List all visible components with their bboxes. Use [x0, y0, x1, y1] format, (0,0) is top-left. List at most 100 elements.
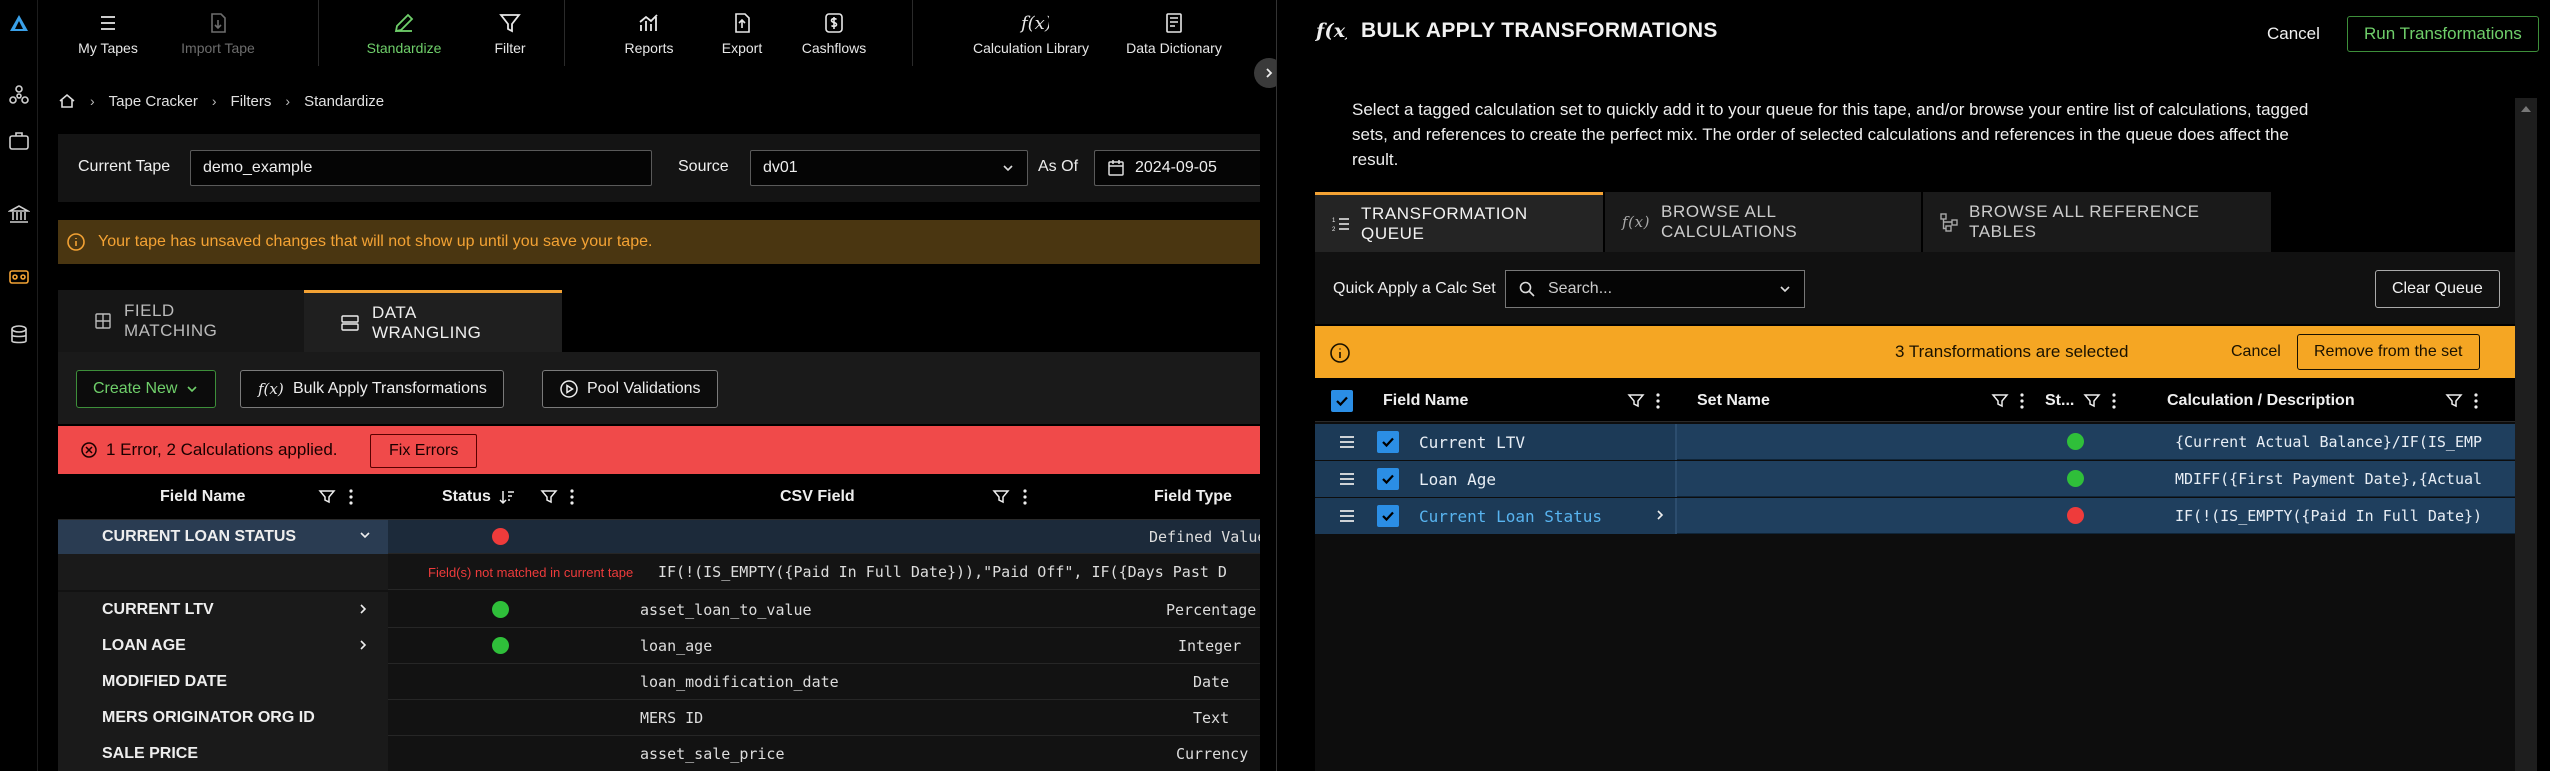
- pool-validations-button[interactable]: Pool Validations: [542, 370, 718, 408]
- my-tapes-button[interactable]: My Tapes: [68, 0, 148, 66]
- more-vertical-icon[interactable]: [563, 488, 581, 506]
- tape-icon[interactable]: [8, 266, 30, 288]
- table-row[interactable]: MERS ORIGINATOR ORG ID MERS ID Text: [58, 700, 1280, 736]
- col-csv-field[interactable]: CSV Field: [780, 474, 855, 520]
- filter-icon[interactable]: [540, 488, 558, 506]
- row-field-name: CURRENT LTV: [58, 592, 388, 628]
- more-vertical-icon[interactable]: [342, 488, 360, 506]
- row-field-name: LOAN AGE: [58, 628, 388, 664]
- bank-icon[interactable]: [8, 203, 30, 225]
- col-queue-status[interactable]: St...: [2045, 380, 2074, 422]
- as-of-label: As Of: [1038, 158, 1079, 175]
- breadcrumb-filters[interactable]: Filters: [231, 93, 272, 110]
- chevron-down-icon[interactable]: [358, 528, 372, 542]
- my-tapes-label: My Tapes: [78, 39, 138, 56]
- col-field-type[interactable]: Field Type: [1154, 474, 1232, 520]
- chevron-right-icon[interactable]: [356, 602, 370, 616]
- unmatched-field-note: Field(s) not matched in current tape: [428, 565, 634, 580]
- source-select[interactable]: dv01: [750, 150, 1028, 186]
- queue-row-name-link[interactable]: Current Loan Status: [1419, 498, 1602, 534]
- tab-browse-all-calculations[interactable]: f(x) BROWSE ALL CALCULATIONS: [1605, 192, 1921, 252]
- quick-apply-bar: Quick Apply a Calc Set Search... Clear Q…: [1315, 252, 2515, 324]
- row-field-type: Percentage: [1166, 601, 1257, 619]
- current-tape-input[interactable]: demo_example: [190, 150, 652, 186]
- filter-icon[interactable]: [2445, 392, 2463, 410]
- run-transformations-button[interactable]: Run Transformations: [2347, 16, 2539, 52]
- network-icon[interactable]: [8, 84, 30, 106]
- data-dictionary-button[interactable]: Data Dictionary: [1114, 0, 1234, 66]
- tab-browse-all-reference-tables[interactable]: BROWSE ALL REFERENCE TABLES: [1923, 192, 2271, 252]
- col-queue-set-name[interactable]: Set Name: [1697, 380, 1770, 422]
- calculation-library-button[interactable]: f(x) Calculation Library: [956, 0, 1106, 66]
- import-tape-button[interactable]: Import Tape: [168, 0, 268, 66]
- remove-from-set-button[interactable]: Remove from the set: [2297, 334, 2480, 370]
- col-queue-calculation[interactable]: Calculation / Description: [2167, 380, 2355, 422]
- database-icon[interactable]: [8, 324, 30, 346]
- filter-icon[interactable]: [1627, 392, 1645, 410]
- queue-row[interactable]: Current LTV {Current Actual Balance}/IF(…: [1315, 424, 2515, 460]
- drag-handle-icon[interactable]: [1337, 506, 1357, 526]
- field-table: Field Name Status CSV Field Field Type C…: [58, 474, 1280, 771]
- table-row[interactable]: SALE PRICE asset_sale_price Currency: [58, 736, 1280, 771]
- tab-transformation-queue[interactable]: 12 TRANSFORMATION QUEUE: [1315, 192, 1603, 252]
- drag-handle-icon[interactable]: [1337, 469, 1357, 489]
- table-row[interactable]: MODIFIED DATE loan_modification_date Dat…: [58, 664, 1280, 700]
- function-icon: f(x): [1621, 212, 1651, 232]
- export-label: Export: [721, 39, 763, 56]
- clear-queue-button[interactable]: Clear Queue: [2375, 270, 2500, 308]
- queue-row[interactable]: Current Loan Status IF(!(IS_EMPTY({Paid …: [1315, 498, 2515, 534]
- filter-icon[interactable]: [992, 488, 1010, 506]
- drag-handle-icon[interactable]: [1337, 432, 1357, 452]
- tab-data-wrangling[interactable]: DATA WRANGLING: [304, 290, 562, 352]
- more-vertical-icon[interactable]: [1649, 392, 1667, 410]
- col-queue-field-name[interactable]: Field Name: [1383, 380, 1468, 422]
- calc-set-search-select[interactable]: Search...: [1505, 270, 1805, 308]
- chevron-right-icon[interactable]: [1653, 508, 1667, 522]
- more-vertical-icon[interactable]: [2013, 392, 2031, 410]
- clear-queue-label: Clear Queue: [2392, 280, 2483, 297]
- select-all-checkbox[interactable]: [1331, 390, 1353, 412]
- row-checkbox[interactable]: [1377, 505, 1399, 527]
- svg-text:f(x): f(x): [1315, 20, 1347, 42]
- row-field-type: Currency: [1176, 745, 1249, 763]
- create-new-button[interactable]: Create New: [76, 370, 217, 408]
- queue-row[interactable]: Loan Age MDIFF({First Payment Date},{Act…: [1315, 461, 2515, 497]
- table-row[interactable]: CURRENT LTV asset_loan_to_value Percenta…: [58, 592, 1280, 628]
- panel-scrollbar[interactable]: [2515, 98, 2537, 771]
- selection-cancel-button[interactable]: Cancel: [2231, 326, 2281, 378]
- queue-row-calculation: {Current Actual Balance}/IF(IS_EMP: [2175, 433, 2483, 451]
- tab-data-wrangling-label: DATA WRANGLING: [372, 302, 482, 342]
- chevron-right-icon[interactable]: [356, 638, 370, 652]
- briefcase-icon[interactable]: [8, 130, 30, 152]
- reports-button[interactable]: Reports: [604, 0, 694, 66]
- col-field-name[interactable]: Field Name: [160, 474, 245, 520]
- panel-cancel-button[interactable]: Cancel: [2267, 18, 2320, 50]
- filter-label: Filter: [494, 39, 526, 56]
- row-checkbox[interactable]: [1377, 431, 1399, 453]
- sort-icon[interactable]: [498, 488, 516, 506]
- as-of-date-input[interactable]: 2024-09-05: [1094, 150, 1280, 186]
- more-vertical-icon[interactable]: [1016, 488, 1034, 506]
- home-icon[interactable]: [58, 92, 76, 110]
- filter-icon[interactable]: [318, 488, 336, 506]
- filter-icon[interactable]: [2083, 392, 2101, 410]
- list-icon: [96, 11, 120, 35]
- breadcrumb-tape-cracker[interactable]: Tape Cracker: [109, 93, 198, 110]
- table-row[interactable]: LOAN AGE loan_age Integer: [58, 628, 1280, 664]
- grid-icon: [94, 312, 112, 330]
- standardize-button[interactable]: Standardize: [354, 0, 454, 66]
- bulk-apply-transformations-button[interactable]: f(x) Bulk Apply Transformations: [240, 370, 504, 408]
- table-row[interactable]: CURRENT LOAN STATUS Defined Values: [58, 520, 1280, 554]
- filter-icon[interactable]: [1991, 392, 2009, 410]
- more-vertical-icon[interactable]: [2467, 392, 2485, 410]
- col-status[interactable]: Status: [442, 474, 491, 520]
- app-logo-icon[interactable]: [8, 12, 30, 34]
- tab-field-matching[interactable]: FIELD MATCHING: [58, 290, 304, 352]
- numbered-list-icon: 12: [1331, 214, 1351, 234]
- more-vertical-icon[interactable]: [2105, 392, 2123, 410]
- fix-errors-button[interactable]: Fix Errors: [370, 434, 478, 468]
- row-checkbox[interactable]: [1377, 468, 1399, 490]
- export-button[interactable]: Export: [702, 0, 782, 66]
- filter-button[interactable]: Filter: [470, 0, 550, 66]
- cashflows-button[interactable]: Cashflows: [784, 0, 884, 66]
